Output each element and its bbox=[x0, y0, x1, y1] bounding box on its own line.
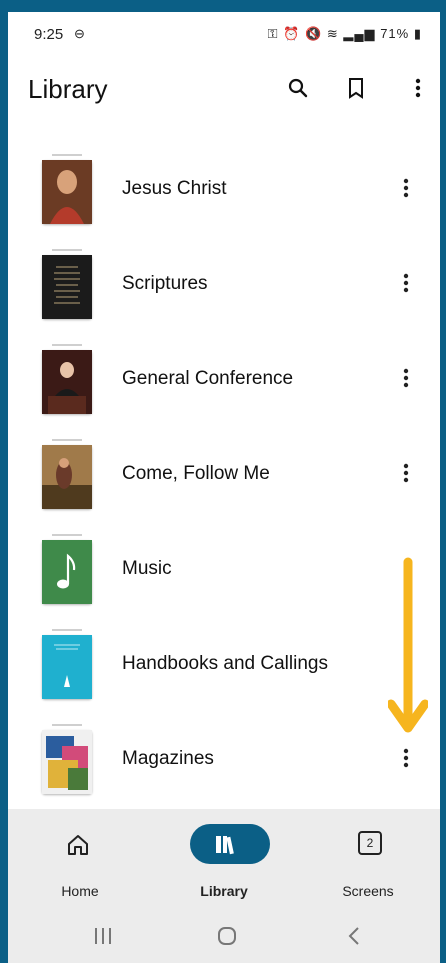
library-item-label: Handbooks and Callings bbox=[122, 653, 328, 674]
key-icon: ⚿ bbox=[267, 26, 279, 41]
library-item-handbooks-and-callings[interactable]: Handbooks and Callings bbox=[8, 615, 440, 710]
search-icon bbox=[288, 78, 308, 98]
more-vert-icon bbox=[403, 368, 409, 388]
mute-icon: 🔇 bbox=[305, 26, 323, 41]
library-item-label: Magazines bbox=[122, 748, 214, 769]
item-more-button[interactable] bbox=[388, 265, 424, 301]
come-follow-me-thumbnail bbox=[42, 439, 92, 509]
library-item-label: Jesus Christ bbox=[122, 178, 227, 199]
nav-screens-label: Screens bbox=[342, 883, 394, 899]
nav-home[interactable]: Home bbox=[8, 809, 152, 919]
general-conference-thumbnail bbox=[42, 344, 92, 414]
back-chevron-icon bbox=[348, 927, 359, 945]
battery-icon: ▮ bbox=[413, 26, 422, 41]
alarm-icon: ⏰ bbox=[283, 26, 301, 41]
down-arrow-annotation bbox=[388, 557, 428, 733]
nav-library-label: Library bbox=[200, 883, 248, 899]
bookmark-button[interactable] bbox=[338, 70, 374, 106]
nav-screens[interactable]: 2 Screens bbox=[296, 809, 440, 919]
recent-apps-button[interactable] bbox=[92, 923, 114, 954]
library-item-magazines[interactable]: Magazines bbox=[8, 710, 440, 805]
library-books-icon bbox=[216, 836, 234, 855]
library-item-scriptures[interactable]: Scriptures bbox=[8, 235, 440, 330]
more-vert-icon bbox=[403, 748, 409, 768]
recent-apps-icon bbox=[95, 928, 111, 944]
nav-library[interactable]: Library bbox=[152, 809, 296, 919]
more-vert-icon bbox=[403, 463, 409, 483]
home-circle-icon bbox=[218, 927, 236, 945]
more-vert-icon bbox=[403, 178, 409, 198]
item-more-button[interactable] bbox=[388, 360, 424, 396]
nav-home-label: Home bbox=[61, 883, 99, 899]
more-vert-icon bbox=[415, 78, 421, 98]
back-system-button[interactable] bbox=[344, 923, 366, 954]
library-item-come-follow-me[interactable]: Come, Follow Me bbox=[8, 425, 440, 520]
music-note-icon bbox=[42, 540, 92, 604]
library-list: Jesus Christ Scriptures General Conferen… bbox=[8, 140, 440, 810]
scriptures-thumbnail bbox=[42, 249, 92, 319]
search-button[interactable] bbox=[280, 70, 316, 106]
wifi-icon: ≋ bbox=[326, 26, 339, 41]
system-navigation-bar bbox=[8, 911, 440, 963]
home-system-button[interactable] bbox=[216, 923, 238, 954]
phone-screen: 9:25 ⊖ ⚿ ⏰ 🔇 ≋ ▂▄▆ 71% ▮ Library Jesus C… bbox=[8, 12, 440, 963]
battery-percent: 71% bbox=[380, 26, 410, 41]
library-item-label: General Conference bbox=[122, 368, 294, 389]
app-bar: Library bbox=[8, 62, 440, 114]
library-item-label: Come, Follow Me bbox=[122, 463, 270, 484]
music-thumbnail bbox=[42, 534, 92, 604]
overflow-menu-button[interactable] bbox=[400, 70, 436, 106]
library-item-music[interactable]: Music bbox=[8, 520, 440, 615]
status-time: 9:25 bbox=[34, 26, 64, 43]
home-icon bbox=[68, 835, 88, 855]
item-more-button[interactable] bbox=[388, 455, 424, 491]
do-not-disturb-icon: ⊖ bbox=[74, 26, 85, 41]
magazines-thumbnail bbox=[42, 724, 92, 794]
handbooks-thumbnail bbox=[42, 629, 92, 699]
status-bar: 9:25 ⊖ ⚿ ⏰ 🔇 ≋ ▂▄▆ 71% ▮ bbox=[8, 12, 440, 56]
library-item-general-conference[interactable]: General Conference bbox=[8, 330, 440, 425]
screens-count-icon: 2 bbox=[358, 831, 382, 855]
more-vert-icon bbox=[403, 273, 409, 293]
library-item-label: Music bbox=[122, 558, 172, 579]
item-more-button[interactable] bbox=[388, 170, 424, 206]
bottom-navigation: Home Library 2 Screens bbox=[8, 809, 440, 963]
jesus-christ-thumbnail bbox=[42, 154, 92, 224]
bookmark-icon bbox=[349, 78, 363, 99]
signal-icon: ▂▄▆ bbox=[343, 26, 376, 41]
item-more-button[interactable] bbox=[388, 740, 424, 776]
page-title: Library bbox=[28, 74, 108, 104]
library-item-label: Scriptures bbox=[122, 273, 208, 294]
library-item-jesus-christ[interactable]: Jesus Christ bbox=[8, 140, 440, 235]
status-icons: ⚿ ⏰ 🔇 ≋ ▂▄▆ 71% ▮ bbox=[268, 26, 422, 42]
